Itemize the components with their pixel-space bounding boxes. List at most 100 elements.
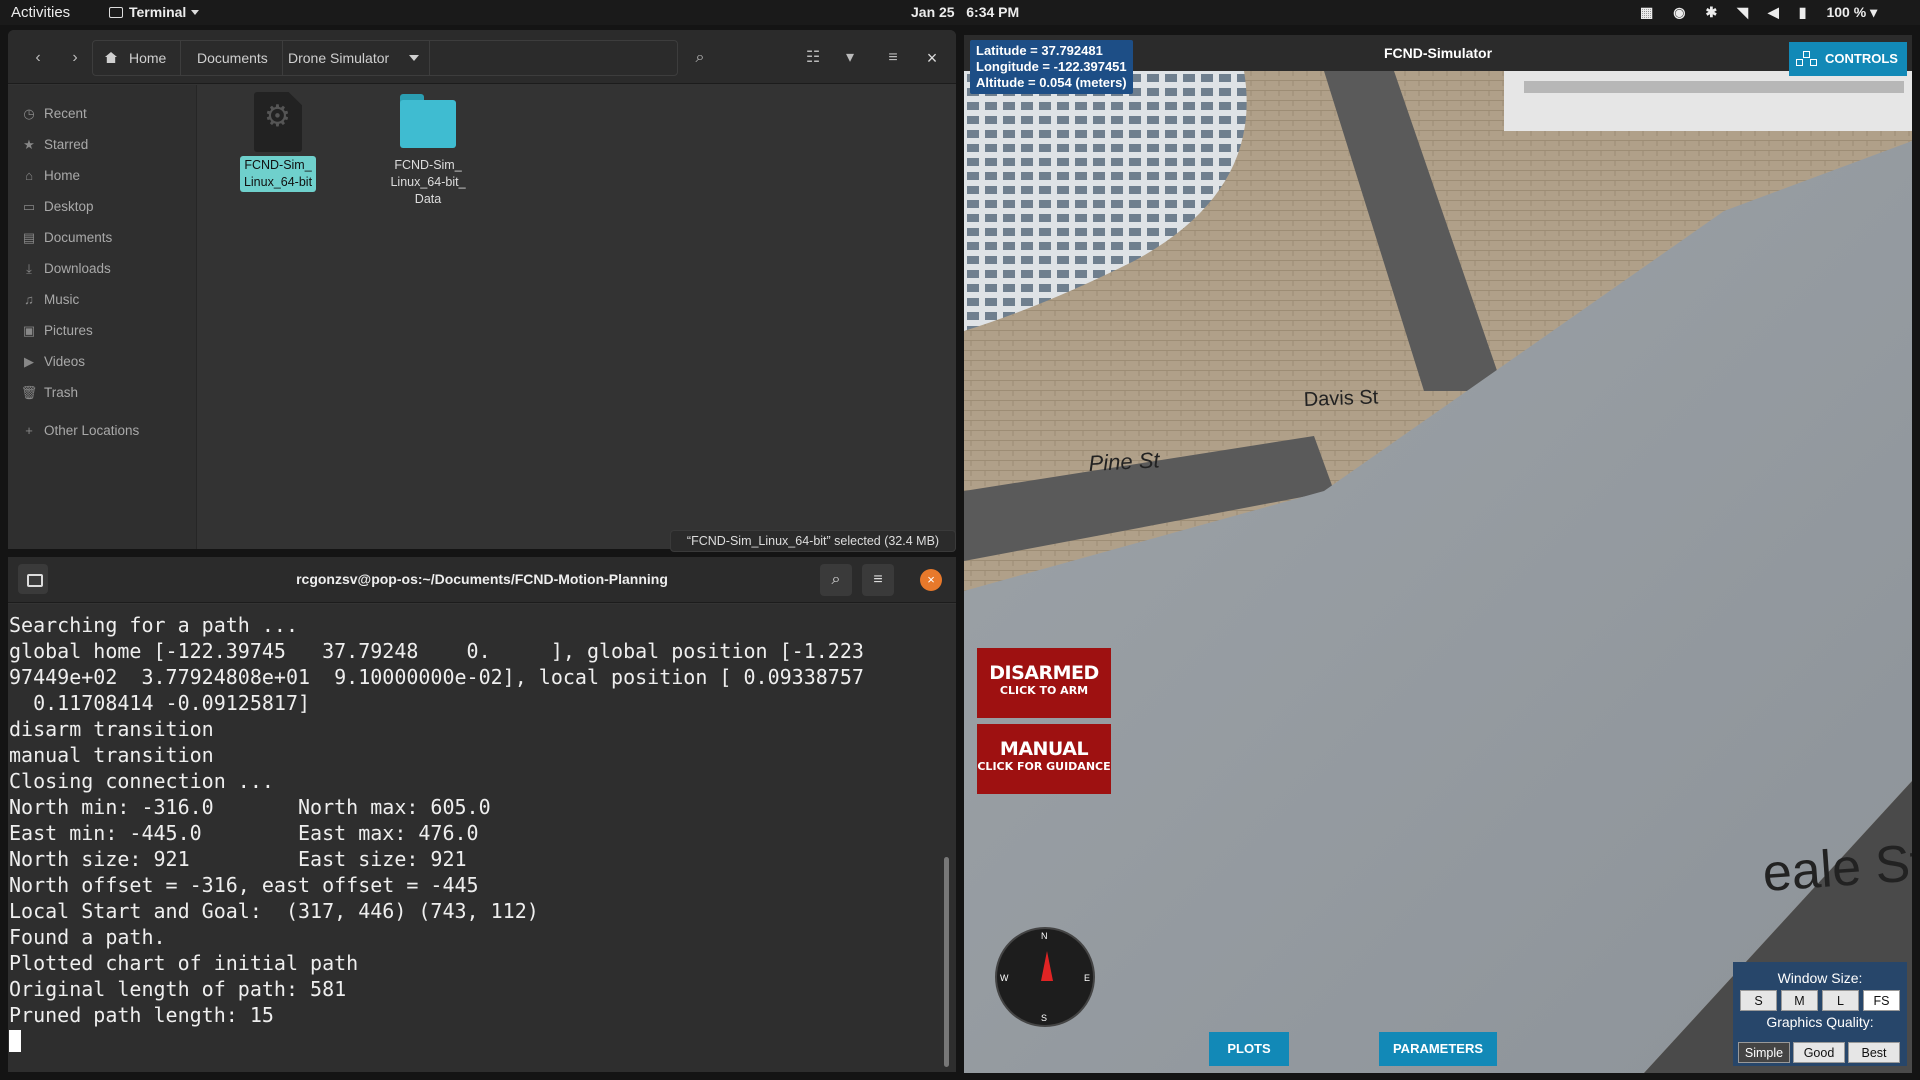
terminal-line: Closing connection ... (9, 769, 274, 793)
system-tray[interactable]: ▦ ◉ ✱ ◥ ◀ ▮ 100 % ▾ (1640, 0, 1897, 25)
parameters-button[interactable]: PARAMETERS (1379, 1032, 1497, 1066)
breadcrumb-home[interactable]: Home (93, 41, 182, 75)
window-size-label: Window Size: (1777, 970, 1863, 986)
terminal-header: rcgonzsv@pop-os:~/Documents/FCND-Motion-… (8, 557, 956, 603)
sidebar-item-label: Downloads (44, 261, 111, 276)
chrome-icon[interactable]: ◉ (1673, 0, 1685, 25)
desktop-icon: ▭ (22, 199, 36, 214)
close-button[interactable]: × (917, 42, 947, 74)
menu-button[interactable]: ≡ (875, 42, 911, 74)
sidebar-item-home[interactable]: ⌂ Home (20, 161, 190, 191)
compass-south: S (1041, 1013, 1048, 1023)
view-options-button[interactable]: ▾ (834, 42, 866, 74)
controls-button[interactable]: CONTROLS (1789, 42, 1907, 76)
document-icon: ▤ (22, 230, 36, 245)
window-size-fs[interactable]: FS (1863, 990, 1900, 1011)
breadcrumb-drone-simulator[interactable]: Drone Simulator (274, 41, 431, 75)
close-button[interactable]: × (920, 569, 942, 591)
plots-button[interactable]: PLOTS (1209, 1032, 1289, 1066)
view-toggle-button[interactable]: ☷ (793, 42, 833, 74)
compass-needle-icon (1041, 951, 1053, 981)
terminal-window: rcgonzsv@pop-os:~/Documents/FCND-Motion-… (8, 557, 956, 1072)
sidebar-item-pictures[interactable]: ▣ Pictures (20, 316, 190, 346)
window-size-m[interactable]: M (1781, 990, 1818, 1011)
sidebar-item-other-locations[interactable]: + Other Locations (20, 416, 190, 446)
file-item-executable[interactable]: FCND-Sim_ Linux_64-bit (228, 92, 328, 192)
sidebar-item-label: Trash (44, 385, 79, 400)
activities-button[interactable]: Activities (11, 0, 70, 25)
volume-icon[interactable]: ◀ (1768, 0, 1779, 25)
compass-west: W (1000, 973, 1009, 983)
hamburger-icon: ≡ (873, 571, 883, 588)
terminal-title: rcgonzsv@pop-os:~/Documents/FCND-Motion-… (296, 571, 668, 587)
search-icon: ⌕ (695, 49, 705, 66)
sidebar-item-label: Home (44, 168, 81, 183)
terminal-line: Searching for a path ... (9, 613, 298, 637)
music-icon: ♫ (24, 292, 34, 307)
file-name-line: Data (414, 192, 442, 206)
app-menu-label: Terminal (129, 4, 187, 20)
scrollbar[interactable] (944, 857, 949, 1067)
sidebar-item-downloads[interactable]: ⤓ Downloads (20, 254, 190, 284)
file-name: FCND-Sim_ Linux_64-bit (239, 156, 317, 192)
menu-button[interactable]: ≡ (862, 564, 894, 596)
file-manager-header: ‹ › Home Documents Drone Simulator ⌕ ☷ ▾… (8, 30, 956, 84)
sidebar-item-trash[interactable]: 🗑 Trash (20, 378, 190, 408)
battery-icon[interactable]: ▮ (1799, 0, 1807, 25)
quality-best[interactable]: Best (1848, 1042, 1900, 1063)
video-icon: ▶ (24, 354, 34, 369)
breadcrumb-documents[interactable]: Documents (183, 41, 283, 75)
wifi-icon[interactable]: ◥ (1737, 0, 1748, 25)
terminal-line: manual transition (9, 743, 214, 767)
search-button[interactable]: ⌕ (678, 42, 722, 74)
file-name-line: FCND-Sim_ (394, 158, 462, 172)
longitude-readout: Longitude = -122.397451 (976, 59, 1127, 74)
app-menu[interactable]: Terminal (109, 0, 200, 25)
list-view-icon: ☷ (805, 49, 821, 66)
sidebar-item-recent[interactable]: ◷ Recent (20, 99, 190, 129)
sidebar-item-starred[interactable]: ★ Starred (20, 130, 190, 160)
latitude-readout: Latitude = 37.792481 (976, 43, 1103, 58)
file-name-line: Linux_64-bit_ (390, 175, 466, 189)
sidebar-item-label: Music (44, 292, 80, 307)
sidebar-item-documents[interactable]: ▤ Documents (20, 223, 190, 253)
chevron-down-icon[interactable]: ▾ (1870, 0, 1877, 25)
sidebar-item-music[interactable]: ♫ Music (20, 285, 190, 315)
star-icon: ★ (23, 137, 35, 152)
back-button[interactable]: ‹ (22, 42, 54, 74)
search-button[interactable]: ⌕ (820, 564, 852, 596)
compass-east: E (1083, 973, 1090, 983)
building-right (1504, 71, 1912, 131)
picture-icon: ▣ (22, 323, 36, 338)
arm-state: DISARMED (989, 662, 1099, 684)
window-size-s[interactable]: S (1740, 990, 1777, 1011)
compass: N S W E (995, 927, 1095, 1027)
terminal-line: North min: -316.0 North max: 605.0 (9, 795, 491, 819)
chevron-down-icon: ▾ (845, 49, 855, 66)
top-bar: Activities Terminal Jan 25 6:34 PM ▦ ◉ ✱ ◥ ◀… (0, 0, 1920, 25)
graphics-quality-options: Simple Good Best (1738, 1042, 1902, 1063)
arm-hint: CLICK TO ARM (999, 684, 1089, 697)
sidebar-item-label: Other Locations (44, 423, 140, 438)
slack-icon[interactable]: ✱ (1705, 0, 1717, 25)
quality-good[interactable]: Good (1793, 1042, 1845, 1063)
terminal-icon (109, 7, 123, 18)
sidebar: ◷ Recent ★ Starred ⌂ Home ▭ Desktop ▤ Documen… (8, 85, 197, 549)
quality-simple[interactable]: Simple (1738, 1042, 1790, 1063)
time: 6:34 PM (966, 4, 1020, 20)
mode-button[interactable]: MANUAL CLICK FOR GUIDANCE (977, 724, 1111, 794)
sidebar-item-videos[interactable]: ▶ Videos (20, 347, 190, 377)
new-tab-button[interactable] (18, 564, 48, 594)
date: Jan 25 (911, 4, 955, 20)
breadcrumb: Home Documents Drone Simulator (92, 40, 678, 76)
simulator-viewport[interactable]: Davis St Pine St eale St (964, 71, 1912, 1073)
folder-item-data[interactable]: FCND-Sim_ Linux_64-bit_ Data (378, 92, 478, 209)
sidebar-item-desktop[interactable]: ▭ Desktop (20, 192, 190, 222)
arm-button[interactable]: DISARMED CLICK TO ARM (977, 648, 1111, 718)
workspaces-icon[interactable]: ▦ (1640, 0, 1653, 25)
clock[interactable]: Jan 25 6:34 PM (911, 0, 1019, 25)
window-size-l[interactable]: L (1822, 990, 1859, 1011)
sidebar-item-label: Starred (44, 137, 89, 152)
terminal-output[interactable]: Searching for a path ... global home [-12… (8, 604, 956, 1072)
forward-button[interactable]: › (59, 42, 91, 74)
